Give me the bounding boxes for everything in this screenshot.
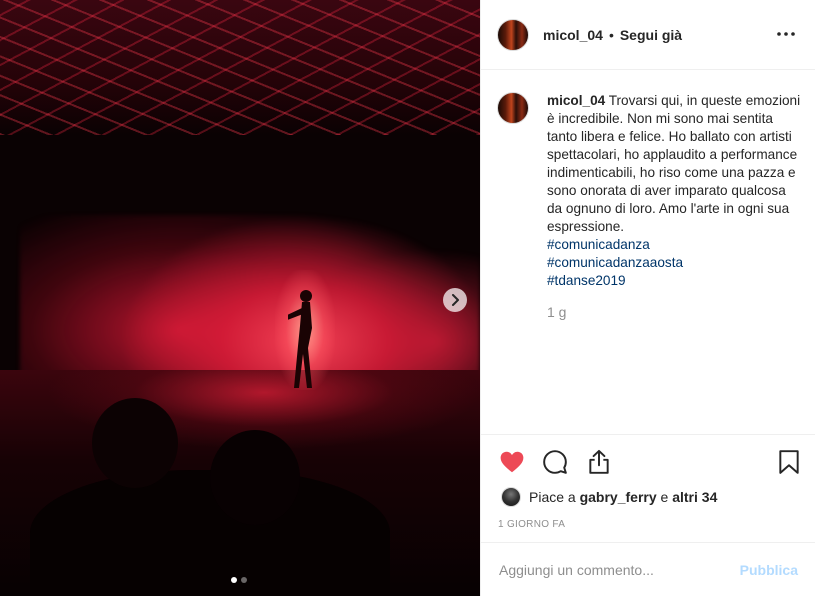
audience-head <box>210 430 300 525</box>
post-media[interactable] <box>0 0 480 596</box>
comment-input[interactable] <box>499 561 740 578</box>
header-separator: • <box>608 26 614 43</box>
post-date[interactable]: 1 giorno fa <box>498 519 565 530</box>
author-avatar[interactable] <box>497 18 529 51</box>
author-username[interactable]: micol_04 <box>543 27 603 43</box>
likes-prefix: Piace a <box>529 489 576 505</box>
carousel-indicator <box>231 577 247 583</box>
carousel-dot-active <box>231 577 237 583</box>
caption-avatar[interactable] <box>497 92 529 124</box>
caption-body: micol_04 Trovarsi qui, in queste emozion… <box>547 92 802 290</box>
dancer-silhouette <box>288 290 312 388</box>
caption-username[interactable]: micol_04 <box>547 93 605 108</box>
post-header: micol_04 • Segui già <box>481 0 815 70</box>
liker-username[interactable]: gabry_ferry <box>580 489 657 505</box>
audience-silhouette <box>30 470 390 596</box>
chevron-right-icon <box>452 294 459 306</box>
more-options-icon[interactable] <box>774 24 798 44</box>
post-photo <box>0 0 480 596</box>
likes-others-link[interactable]: altri 34 <box>672 489 717 505</box>
hashtag-link[interactable]: #tdanse2019 <box>547 272 802 290</box>
hashtag-link[interactable]: #comunicadanza <box>547 236 802 254</box>
follow-status-button[interactable]: Segui già <box>620 27 682 43</box>
carousel-dot <box>241 577 247 583</box>
comment-form: Pubblica <box>481 542 815 596</box>
hashtag-link[interactable]: #comunicadanzaaosta <box>547 254 802 272</box>
post-comment-button[interactable]: Pubblica <box>740 562 798 578</box>
share-icon[interactable] <box>586 449 612 475</box>
caption-time-ago: 1 g <box>547 304 567 320</box>
carousel-next-button[interactable] <box>443 288 467 312</box>
comment-icon[interactable] <box>542 449 568 475</box>
bookmark-icon[interactable] <box>776 449 802 475</box>
likes-joiner: e <box>660 489 669 505</box>
liker-avatar[interactable] <box>501 487 521 507</box>
caption: micol_04 Trovarsi qui, in queste emozion… <box>497 92 802 320</box>
action-bar <box>481 434 815 490</box>
heart-filled-icon[interactable] <box>499 449 525 475</box>
post-sidebar: micol_04 • Segui già micol_04 Trovarsi q… <box>480 0 815 596</box>
lighting-rig <box>0 0 480 135</box>
audience-head <box>92 398 178 488</box>
caption-text: Trovarsi qui, in queste emozioni è incre… <box>547 93 801 234</box>
likes-summary: Piace a gabry_ferry e altri 34 <box>501 487 717 507</box>
